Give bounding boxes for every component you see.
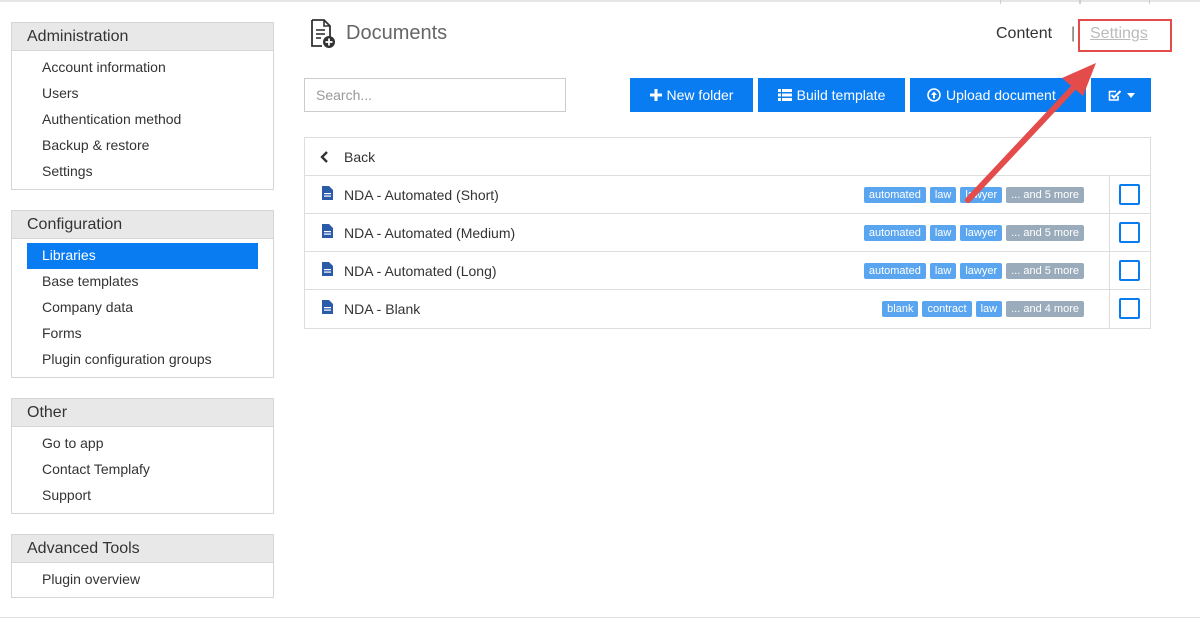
sidebar-item-authentication-method[interactable]: Authentication method [27, 107, 258, 133]
sidebar-item-company-data[interactable]: Company data [27, 295, 258, 321]
search-input[interactable] [304, 78, 566, 112]
more-tags-badge[interactable]: ... and 5 more [1006, 225, 1084, 241]
sidebar-item-forms[interactable]: Forms [27, 321, 258, 347]
nav-content-link[interactable]: Content [996, 25, 1052, 43]
file-icon [322, 224, 333, 238]
table-row: NDA - Automated (Short) automated law la… [305, 176, 1150, 214]
tag[interactable]: lawyer [960, 225, 1003, 241]
back-row[interactable]: Back [305, 138, 1150, 176]
file-name[interactable]: NDA - Blank [344, 301, 420, 317]
upload-circle-icon [927, 88, 941, 102]
more-tags-badge[interactable]: ... and 4 more [1006, 301, 1084, 317]
annotation-highlight-box [1078, 19, 1172, 52]
page-title: Documents [346, 22, 448, 44]
sidebar-section-administration: Administration Account information Users… [11, 22, 274, 190]
section-title: Administration [12, 23, 273, 51]
table-row: NDA - Blank blank contract law ... and 4… [305, 290, 1150, 328]
tag-list: blank contract law ... and 4 more [882, 301, 1084, 317]
sidebar-item-backup-restore[interactable]: Backup & restore [27, 133, 258, 159]
section-title: Other [12, 399, 273, 427]
document-add-icon [311, 19, 335, 48]
table-row: NDA - Automated (Medium) automated law l… [305, 214, 1150, 252]
sidebar-item-contact-templafy[interactable]: Contact Templafy [27, 457, 258, 483]
sidebar-item-users[interactable]: Users [27, 81, 258, 107]
file-icon [322, 186, 333, 200]
tag[interactable]: lawyer [960, 187, 1003, 203]
sidebar-section-advanced-tools: Advanced Tools Plugin overview [11, 534, 274, 598]
row-checkbox[interactable] [1119, 222, 1140, 243]
sidebar-item-base-templates[interactable]: Base templates [27, 269, 258, 295]
check-square-icon [1108, 89, 1121, 101]
build-template-button[interactable]: Build template [758, 78, 905, 112]
document-list: Back NDA - Automated (Short) automated l… [304, 137, 1151, 329]
select-actions-dropdown-button[interactable] [1091, 78, 1151, 112]
file-name[interactable]: NDA - Automated (Short) [344, 187, 499, 203]
section-title: Advanced Tools [12, 535, 273, 563]
chevron-left-icon [320, 150, 328, 163]
tag[interactable]: contract [922, 301, 972, 317]
section-title: Configuration [12, 211, 273, 239]
tag[interactable]: automated [863, 187, 926, 203]
tag-list: automated law lawyer ... and 5 more [863, 263, 1084, 279]
build-template-label: Build template [796, 87, 886, 103]
row-checkbox[interactable] [1119, 184, 1140, 205]
table-row: NDA - Automated (Long) automated law law… [305, 252, 1150, 290]
file-name[interactable]: NDA - Automated (Long) [344, 263, 497, 279]
sidebar-item-support[interactable]: Support [27, 483, 258, 509]
more-tags-badge[interactable]: ... and 5 more [1006, 263, 1084, 279]
tag[interactable]: automated [863, 225, 926, 241]
tag[interactable]: law [929, 225, 957, 241]
tag[interactable]: law [929, 263, 957, 279]
new-folder-button[interactable]: New folder [630, 78, 753, 112]
sidebar-item-plugin-configuration-groups[interactable]: Plugin configuration groups [27, 347, 258, 373]
top-tab-edges [1000, 0, 1150, 4]
nav-separator: | [1071, 25, 1076, 42]
tag[interactable]: automated [863, 263, 926, 279]
tag[interactable]: blank [882, 301, 919, 317]
upload-document-button[interactable]: Upload document [910, 78, 1086, 112]
more-tags-badge[interactable]: ... and 5 more [1006, 187, 1084, 203]
tag-list: automated law lawyer ... and 5 more [863, 225, 1084, 241]
file-name[interactable]: NDA - Automated (Medium) [344, 225, 515, 241]
sidebar-section-other: Other Go to app Contact Templafy Support [11, 398, 274, 514]
row-checkbox[interactable] [1119, 298, 1140, 319]
row-checkbox[interactable] [1119, 260, 1140, 281]
file-icon [322, 262, 333, 276]
bottom-border [0, 617, 1200, 618]
back-label: Back [344, 148, 376, 165]
list-icon [777, 89, 792, 101]
new-folder-label: New folder [666, 87, 734, 103]
upload-document-label: Upload document [946, 87, 1056, 103]
sidebar-item-account-information[interactable]: Account information [27, 55, 258, 81]
sidebar-item-libraries[interactable]: Libraries [27, 243, 258, 269]
tag-list: automated law lawyer ... and 5 more [863, 187, 1084, 203]
sidebar-section-configuration: Configuration Libraries Base templates C… [11, 210, 274, 378]
sidebar-item-go-to-app[interactable]: Go to app [27, 431, 258, 457]
caret-down-icon [1126, 92, 1135, 98]
sidebar-item-settings[interactable]: Settings [27, 159, 258, 185]
tag[interactable]: lawyer [960, 263, 1003, 279]
plus-icon [649, 89, 662, 101]
file-icon [322, 300, 333, 314]
tag[interactable]: law [975, 301, 1003, 317]
sidebar-item-plugin-overview[interactable]: Plugin overview [27, 567, 258, 593]
tag[interactable]: law [929, 187, 957, 203]
